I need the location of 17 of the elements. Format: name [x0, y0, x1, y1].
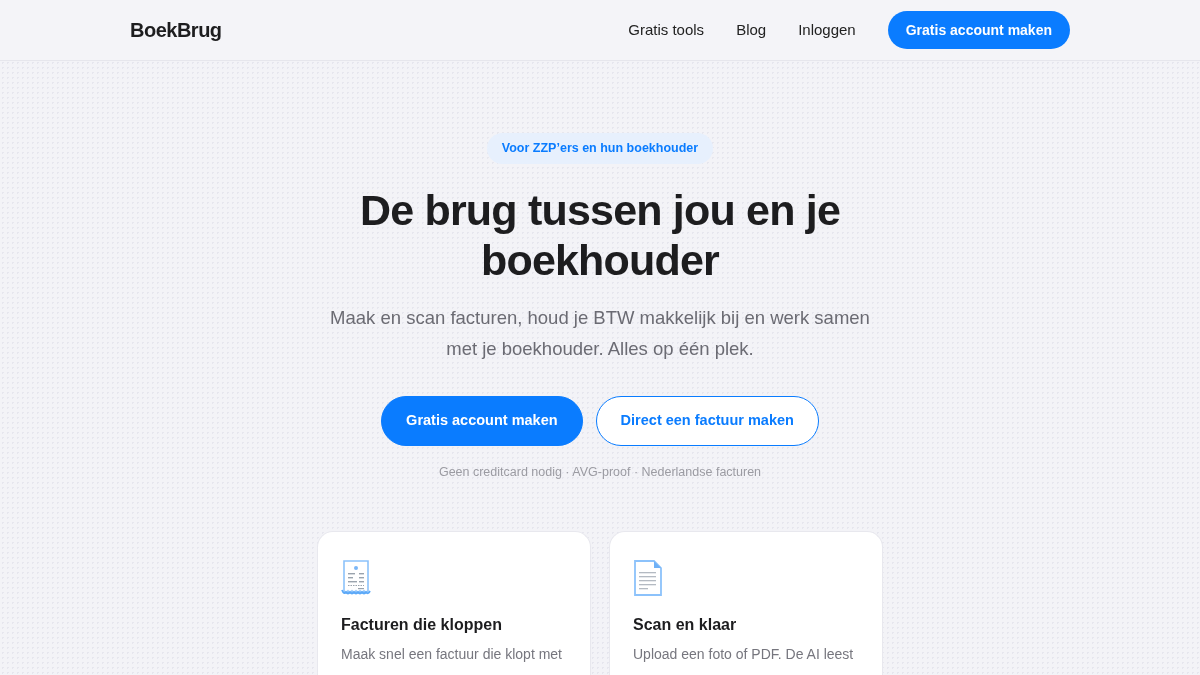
receipt-icon	[341, 560, 371, 596]
create-invoice-button[interactable]: Direct een factuur maken	[595, 396, 819, 446]
nav-link[interactable]: Gratis tools	[628, 18, 705, 42]
feature-title: Scan en klaar	[633, 615, 737, 635]
signup-button[interactable]: Gratis account maken	[887, 11, 1070, 49]
feature-description: Upload een foto of PDF. De AI leest	[633, 645, 854, 664]
feature-description: Maak snel een factuur die klopt met	[341, 645, 562, 664]
nav-link[interactable]: Inloggen	[798, 18, 856, 42]
feature-title: Facturen die kloppen	[341, 615, 502, 635]
audience-badge: Voor ZZP’ers en hun boekhouder	[486, 133, 714, 164]
hero-heading: De brug tussen jou en je boekhouder	[358, 185, 842, 285]
hero-note: Geen creditcard nodig · AVG-proof · Nederlandse facturen	[438, 464, 762, 481]
document-icon	[633, 560, 663, 596]
logo[interactable]: BoekBrug	[130, 15, 222, 45]
hero-subtitle: Maak en scan facturen, houd je BTW makkelijk bij en werk samen met je boekhouder. Alles op één plek.	[329, 306, 871, 361]
nav-link[interactable]: Blog	[736, 18, 767, 42]
signup-button[interactable]: Gratis account maken	[381, 396, 583, 446]
